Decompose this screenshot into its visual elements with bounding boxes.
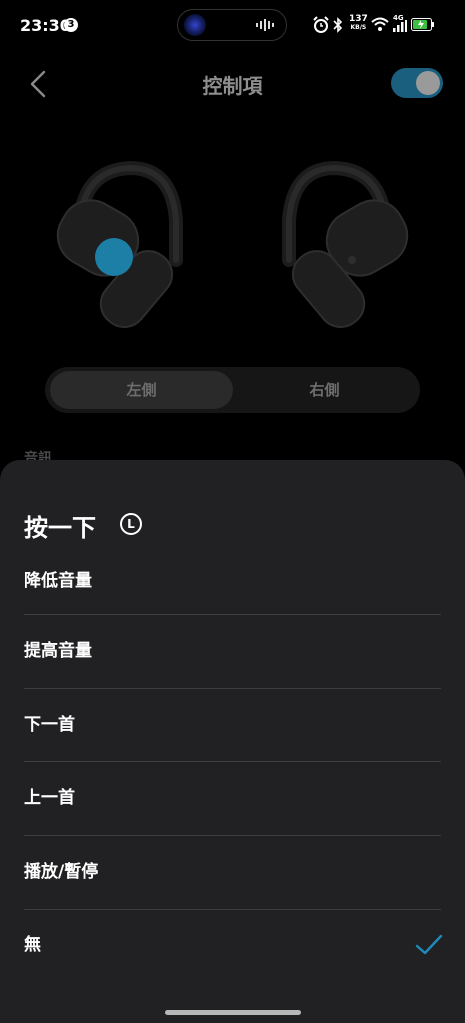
camera-icon — [184, 14, 206, 36]
net-speed-unit: KB/S — [350, 24, 367, 31]
option-play-pause[interactable]: 播放/暫停 — [0, 836, 465, 909]
net-speed: 137 KB/S — [349, 15, 368, 32]
option-next-track[interactable]: 下一首 — [0, 689, 465, 762]
left-side-badge: L — [120, 513, 142, 535]
tab-left-side[interactable]: 左側 — [50, 371, 233, 409]
option-previous-track[interactable]: 上一首 — [0, 762, 465, 835]
status-icons: 137 KB/S 4G — [313, 14, 443, 36]
left-touch-area-highlight — [95, 238, 133, 276]
option-volume-down[interactable]: 降低音量 — [0, 545, 465, 618]
option-none[interactable]: 無 — [0, 909, 465, 982]
signal-icon — [393, 20, 407, 32]
audio-wave-icon — [256, 19, 274, 31]
alarm-icon — [313, 16, 329, 33]
option-label: 播放/暫停 — [24, 862, 99, 882]
option-label: 無 — [24, 935, 41, 955]
controls-enabled-toggle[interactable] — [391, 68, 443, 98]
toggle-knob — [416, 71, 440, 95]
net-speed-value: 137 — [349, 14, 368, 24]
status-bar: 23:30 3 137 KB/S 4G — [0, 0, 465, 52]
option-volume-up[interactable]: 提高音量 — [0, 615, 465, 688]
sheet-title: 按一下 — [24, 514, 96, 542]
checkmark-icon — [415, 934, 443, 955]
side-selector: 左側 右側 — [45, 367, 420, 413]
notification-count-badge: 3 — [64, 18, 78, 32]
battery-charging-icon — [411, 18, 434, 31]
bluetooth-icon — [333, 17, 343, 33]
option-label: 上一首 — [24, 788, 75, 808]
wifi-icon — [371, 17, 389, 31]
action-picker-sheet: 按一下 L 降低音量 提高音量 下一首 上一首 播放/暫停 無 — [0, 460, 465, 1023]
tab-right-side[interactable]: 右側 — [233, 371, 416, 409]
option-label: 提高音量 — [24, 641, 92, 661]
home-indicator[interactable] — [165, 1010, 301, 1015]
right-earbud-image — [282, 160, 409, 329]
earbuds-illustration — [56, 160, 409, 329]
option-label: 下一首 — [24, 715, 75, 735]
dynamic-island — [177, 9, 287, 41]
option-label: 降低音量 — [24, 571, 92, 591]
